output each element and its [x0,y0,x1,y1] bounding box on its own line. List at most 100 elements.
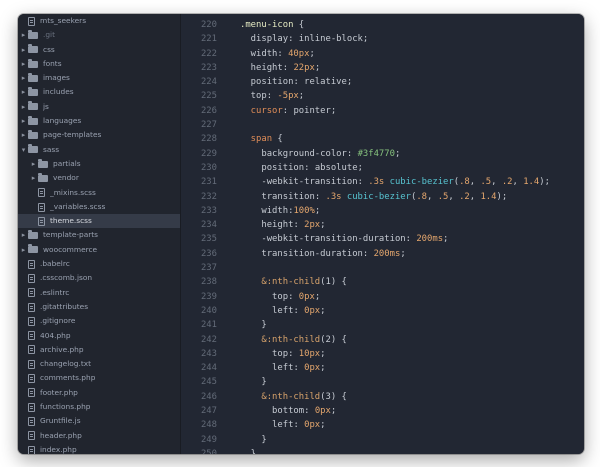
tree-folder[interactable]: ▸ css [18,43,180,57]
tree-item-label: template-parts [43,230,99,240]
chevron-right-icon[interactable]: ▸ [19,85,28,99]
tree-file[interactable]: .gitignore [18,314,180,328]
code-content: &:nth-child(2) { [217,333,347,347]
code-line[interactable]: 230 position: absolute; [181,161,584,175]
tree-item-label: changelog.txt [40,359,91,369]
tree-folder[interactable]: ▸ js [18,100,180,114]
chevron-right-icon[interactable]: ▸ [19,100,28,114]
tree-folder[interactable]: ▸ template-parts [18,228,180,242]
tree-item-label: .gitattributes [40,301,89,311]
code-token: ) { [330,391,347,402]
code-content: height: 2px; [217,218,326,232]
code-line[interactable]: 245 } [181,375,584,389]
code-line[interactable]: 248 left: 0px; [181,418,584,432]
tree-folder[interactable]: ▸ includes [18,85,180,99]
tree-file[interactable]: theme.scss [18,214,180,229]
tree-folder[interactable]: ▸ page-templates [18,128,180,142]
tree-folder[interactable]: ▸ .git [18,28,180,42]
tree-file[interactable]: footer.php [18,386,180,400]
code-line[interactable]: 225 top: -5px; [181,89,584,103]
chevron-down-icon[interactable]: ▾ [19,143,28,157]
tree-folder[interactable]: ▾ sass [18,143,180,157]
code-line[interactable]: 243 top: 10px; [181,347,584,361]
tree-item-label: Gruntfile.js [40,416,81,426]
chevron-right-icon[interactable]: ▸ [19,114,28,128]
code-line[interactable]: 228 span { [181,132,584,146]
tree-item-label: .git [43,30,55,40]
code-token: { [293,20,305,30]
chevron-right-icon[interactable]: ▸ [19,71,28,85]
chevron-right-icon[interactable]: ▸ [19,43,28,57]
code-token: cubic-bezier [389,177,454,188]
folder-icon [28,130,38,140]
code-line[interactable]: 235 -webkit-transition-duration: 200ms; [181,232,584,246]
line-number: 224 [200,77,217,88]
chevron-right-icon[interactable]: ▸ [19,128,28,142]
code-line[interactable]: 238 &:nth-child(1) { [181,275,584,289]
tree-file[interactable]: archive.php [18,343,180,357]
tree-file[interactable]: .gitattributes [18,300,180,314]
tree-file[interactable]: mts_seekers [18,14,180,28]
code-line[interactable]: 220 .menu-icon { [181,18,584,32]
chevron-right-icon[interactable]: ▸ [19,228,28,242]
code-content: -webkit-transition: .3s cubic-bezier(.8,… [217,175,550,189]
code-line[interactable]: 232 transition: .3s cubic-bezier(.8, .5,… [181,190,584,204]
chevron-right-icon[interactable]: ▸ [29,157,38,171]
code-line[interactable]: 224 position: relative; [181,75,584,89]
tree-file[interactable]: _mixins.scss [18,186,180,200]
tree-folder[interactable]: ▸ fonts [18,57,180,71]
code-content: &:nth-child(3) { [217,390,347,404]
code-line[interactable]: 241 } [181,318,584,332]
tree-folder[interactable]: ▸ languages [18,114,180,128]
tree-file[interactable]: Gruntfile.js [18,414,180,428]
tree-file[interactable]: 404.php [18,329,180,343]
tree-file[interactable]: _variables.scss [18,200,180,214]
tree-folder[interactable]: ▸ partials [18,157,180,171]
tree-file[interactable]: changelog.txt [18,357,180,371]
code-token: ; [320,220,326,231]
tree-file[interactable]: functions.php [18,400,180,414]
code-line[interactable]: 226 cursor: pointer; [181,104,584,118]
code-line[interactable]: 247 bottom: 0px; [181,404,584,418]
tree-file[interactable]: index.php [18,443,180,454]
code-line[interactable]: 227 [181,118,584,132]
code-line[interactable]: 246 &:nth-child(3) { [181,390,584,404]
tree-item-label: woocommerce [43,244,98,254]
tree-file[interactable]: .eslintrc [18,286,180,300]
chevron-right-icon[interactable]: ▸ [19,57,28,71]
tree-folder[interactable]: ▸ vendor [18,171,180,185]
tree-folder[interactable]: ▸ images [18,71,180,85]
code-lines: 220 .menu-icon {221 display: inline-block… [181,18,584,454]
code-line[interactable]: 237 [181,261,584,275]
tree-file[interactable]: .babelrc [18,257,180,271]
code-line[interactable]: 236 transition-duration: 200ms; [181,247,584,261]
code-line[interactable]: 242 &:nth-child(2) { [181,333,584,347]
line-number: 248 [200,420,217,431]
code-token: } [240,448,257,454]
code-line[interactable]: 244 left: 0px; [181,361,584,375]
tree-file[interactable]: header.php [18,429,180,443]
line-number: 221 [200,34,217,45]
code-token: 40px [288,48,310,59]
code-line[interactable]: 223 height: 22px; [181,61,584,75]
code-token: transition [240,191,315,202]
chevron-right-icon[interactable]: ▸ [19,243,28,257]
code-line[interactable]: 249 } [181,433,584,447]
chevron-right-icon[interactable]: ▸ [29,171,38,185]
code-line[interactable]: 234 height: 2px; [181,218,584,232]
chevron-right-icon[interactable]: ▸ [19,28,28,42]
code-editor[interactable]: 220 .menu-icon {221 display: inline-block… [181,14,584,454]
code-line[interactable]: 240 left: 0px; [181,304,584,318]
tree-folder[interactable]: ▸ woocommerce [18,243,180,257]
tree-file[interactable]: comments.php [18,371,180,385]
code-line[interactable]: 233 width:100%; [181,204,584,218]
tree-item-label: footer.php [40,387,78,397]
code-line[interactable]: 229 background-color: #3f4770; [181,147,584,161]
file-icon [28,259,35,269]
tree-file[interactable]: .csscomb.json [18,271,180,285]
code-line[interactable]: 222 width: 40px; [181,47,584,61]
code-line[interactable]: 221 display: inline-block; [181,32,584,46]
code-line[interactable]: 231 -webkit-transition: .3s cubic-bezier… [181,175,584,189]
code-line[interactable]: 239 top: 0px; [181,290,584,304]
code-line[interactable]: 250 } [181,447,584,454]
